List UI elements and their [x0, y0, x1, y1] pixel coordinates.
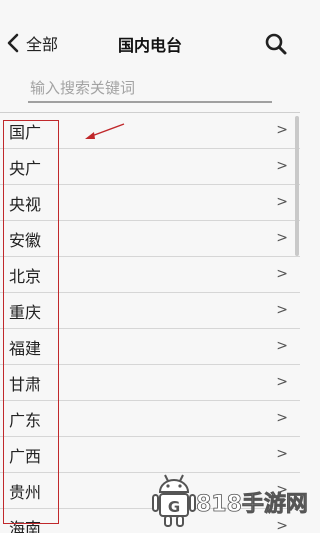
list-item[interactable]: 国广 > — [0, 113, 300, 149]
page-title: 国内电台 — [0, 32, 300, 56]
list-item-label: 安徽 — [9, 227, 41, 251]
chevron-right-icon: > — [276, 374, 288, 390]
chevron-right-icon: > — [276, 518, 288, 533]
scrollbar[interactable] — [295, 116, 299, 256]
search-input[interactable] — [28, 75, 272, 103]
list-item-label: 甘肃 — [9, 371, 41, 395]
chevron-right-icon: > — [276, 482, 288, 498]
list-item[interactable]: 央视 > — [0, 185, 300, 221]
list-item-label: 北京 — [9, 263, 41, 287]
list-item[interactable]: 北京 > — [0, 257, 300, 293]
list-item[interactable]: 广东 > — [0, 401, 300, 437]
list-item-label: 广东 — [9, 407, 41, 431]
top-bar: 全部 国内电台 — [0, 0, 300, 112]
list-item[interactable]: 重庆 > — [0, 293, 300, 329]
chevron-right-icon: > — [276, 230, 288, 246]
search-button[interactable] — [263, 31, 289, 57]
list-item-label: 广西 — [9, 443, 41, 467]
list-item-label: 福建 — [9, 335, 41, 359]
list-item-label: 海南 — [9, 515, 41, 533]
chevron-right-icon: > — [276, 158, 288, 174]
list-item-label: 央视 — [9, 191, 41, 215]
chevron-right-icon: > — [276, 266, 288, 282]
chevron-right-icon: > — [276, 194, 288, 210]
list-item[interactable]: 安徽 > — [0, 221, 300, 257]
list-item[interactable]: 甘肃 > — [0, 365, 300, 401]
chevron-right-icon: > — [276, 302, 288, 318]
list-item-label: 贵州 — [9, 479, 41, 503]
region-list: 国广 > 央广 > 央视 > 安徽 > 北京 > 重庆 > 福建 > 甘肃 > 广东 > 广西 > 贵州 > 海南 > — [0, 112, 300, 533]
list-item-label: 国广 — [9, 119, 41, 143]
list-item[interactable]: 贵州 > — [0, 473, 300, 509]
list-item[interactable]: 海南 > — [0, 509, 300, 533]
list-item[interactable]: 福建 > — [0, 329, 300, 365]
chevron-right-icon: > — [276, 410, 288, 426]
list-item-label: 重庆 — [9, 299, 41, 323]
chevron-right-icon: > — [276, 122, 288, 138]
list-item-label: 央广 — [9, 155, 41, 179]
chevron-right-icon: > — [276, 338, 288, 354]
list-item[interactable]: 央广 > — [0, 149, 300, 185]
chevron-right-icon: > — [276, 446, 288, 462]
search-icon — [263, 31, 289, 57]
list-item[interactable]: 广西 > — [0, 437, 300, 473]
